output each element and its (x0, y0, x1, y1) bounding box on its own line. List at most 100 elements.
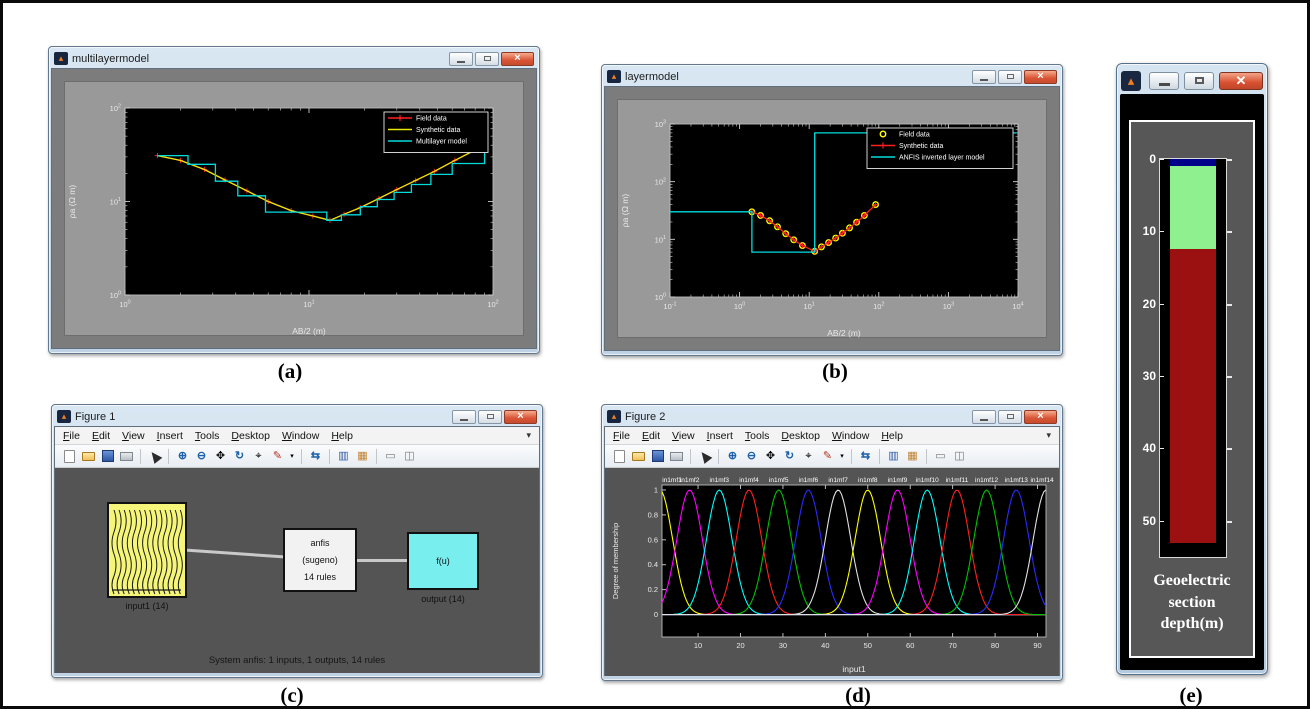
minimize-button[interactable] (452, 410, 476, 424)
svg-text:100: 100 (119, 300, 130, 309)
membership-function-plot: 10203040506070809000.20.40.60.81in1mf1in… (606, 469, 1060, 675)
svg-text:103: 103 (943, 302, 954, 311)
pointer-icon[interactable] (146, 448, 163, 465)
menu-view[interactable]: View (672, 430, 695, 442)
minimize-button[interactable] (972, 410, 996, 424)
menu-dock-chevron-icon[interactable]: ▾ (526, 430, 531, 441)
maximize-button[interactable] (1184, 72, 1214, 90)
titlebar-geoelectric[interactable]: ▴ ✕ (1120, 67, 1264, 94)
toolbar-figure2: ⊕ ⊖ ✥ ↻ ⌖ ✎ ▾ ⇆ ▥ ▦ ▭ ◫ (605, 445, 1059, 468)
maximize-button[interactable] (998, 70, 1022, 84)
svg-text:0: 0 (654, 610, 658, 619)
depth-tick-label: 0 (1132, 152, 1156, 166)
titlebar-multilayermodel[interactable]: ▴ multilayermodel × (51, 49, 537, 68)
rotate3d-icon[interactable]: ↻ (231, 448, 248, 465)
menu-tools[interactable]: Tools (745, 430, 770, 442)
close-button[interactable]: ✕ (1219, 72, 1263, 90)
plottools-off-icon[interactable]: ▭ (382, 448, 399, 465)
titlebar-figure1[interactable]: ▴ Figure 1 × (54, 407, 540, 426)
menu-file[interactable]: File (613, 430, 630, 442)
minimize-button[interactable] (972, 70, 996, 84)
menu-tools[interactable]: Tools (195, 430, 220, 442)
brush-icon[interactable]: ✎ (269, 448, 286, 465)
menu-file[interactable]: File (63, 430, 80, 442)
anfis-rules-box[interactable]: anfis (sugeno) 14 rules (283, 528, 357, 592)
anfis-input-box[interactable] (107, 502, 187, 598)
link-plot-icon[interactable]: ⇆ (307, 448, 324, 465)
menu-help[interactable]: Help (881, 430, 903, 442)
minimize-button[interactable] (1149, 72, 1179, 90)
legend-icon[interactable]: ▦ (904, 448, 921, 465)
legend-icon[interactable]: ▦ (354, 448, 371, 465)
maximize-button[interactable] (478, 410, 502, 424)
maximize-button[interactable] (998, 410, 1022, 424)
titlebar-layermodel[interactable]: ▴ layermodel × (604, 67, 1060, 86)
caption-b: (b) (800, 359, 870, 384)
close-button[interactable]: × (1024, 70, 1057, 84)
anfis-output-box[interactable]: f(u) (407, 532, 479, 590)
save-icon[interactable] (649, 448, 666, 465)
brush-dropdown-icon[interactable]: ▾ (838, 448, 846, 465)
close-button[interactable]: × (504, 410, 537, 424)
system-status-text: System anfis: 1 inputs, 1 outputs, 14 ru… (55, 655, 539, 666)
svg-text:80: 80 (991, 641, 999, 650)
menu-desktop[interactable]: Desktop (231, 430, 270, 442)
rotate3d-icon[interactable]: ↻ (781, 448, 798, 465)
data-cursor-icon[interactable]: ⌖ (250, 448, 267, 465)
print-icon[interactable] (118, 448, 135, 465)
geoelectric-panel: 01020304050 Geoelectric section depth(m) (1129, 120, 1255, 658)
anfis-line1: anfis (285, 538, 355, 548)
menu-dock-chevron-icon[interactable]: ▾ (1046, 430, 1051, 441)
zoom-out-icon[interactable]: ⊖ (743, 448, 760, 465)
menu-edit[interactable]: Edit (92, 430, 110, 442)
svg-text:in1mf4: in1mf4 (739, 477, 759, 484)
open-file-icon[interactable] (80, 448, 97, 465)
zoom-in-icon[interactable]: ⊕ (724, 448, 741, 465)
pan-icon[interactable]: ✥ (762, 448, 779, 465)
anfis-line2: (sugeno) (285, 555, 355, 565)
titlebar-figure2[interactable]: ▴ Figure 2 × (604, 407, 1060, 426)
window-geoelectric: ▴ ✕ 01020304050 Geoelectric section dept… (1116, 63, 1268, 675)
anfis-diagram-canvas: input1 (14) anfis (sugeno) 14 rules f(u)… (55, 468, 539, 673)
maximize-button[interactable] (475, 52, 499, 66)
matlab-icon: ▴ (54, 52, 68, 65)
plottools-off-icon[interactable]: ▭ (932, 448, 949, 465)
plottools-on-icon[interactable]: ◫ (951, 448, 968, 465)
menubar-figure2: File Edit View Insert Tools Desktop Window Help… (605, 427, 1059, 445)
menu-window[interactable]: Window (282, 430, 319, 442)
link-plot-icon[interactable]: ⇆ (857, 448, 874, 465)
svg-text:102: 102 (873, 302, 884, 311)
colorbar-icon[interactable]: ▥ (885, 448, 902, 465)
layer-loglog-plot: 10-1100101102103104100101102103AB/2 (m)ρ… (618, 100, 1050, 339)
zoom-out-icon[interactable]: ⊖ (193, 448, 210, 465)
matlab-icon: ▴ (57, 410, 71, 423)
close-button[interactable]: × (1024, 410, 1057, 424)
plottools-on-icon[interactable]: ◫ (401, 448, 418, 465)
pointer-icon[interactable] (696, 448, 713, 465)
minimize-button[interactable] (449, 52, 473, 66)
menu-desktop[interactable]: Desktop (781, 430, 820, 442)
colorbar-icon[interactable]: ▥ (335, 448, 352, 465)
open-file-icon[interactable] (630, 448, 647, 465)
data-cursor-icon[interactable]: ⌖ (800, 448, 817, 465)
caption-buttons: × (447, 52, 534, 66)
svg-text:in1mf13: in1mf13 (1005, 477, 1029, 484)
brush-icon[interactable]: ✎ (819, 448, 836, 465)
new-file-icon[interactable] (61, 448, 78, 465)
menu-insert[interactable]: Insert (157, 430, 183, 442)
pan-icon[interactable]: ✥ (212, 448, 229, 465)
menu-view[interactable]: View (122, 430, 145, 442)
svg-text:101: 101 (655, 235, 666, 244)
depth-tick-label: 40 (1132, 441, 1156, 455)
menu-edit[interactable]: Edit (642, 430, 660, 442)
figure-gray-area: 100101102100101102AB/2 (m)ρa (Ω m)Field … (64, 81, 524, 336)
save-icon[interactable] (99, 448, 116, 465)
new-file-icon[interactable] (611, 448, 628, 465)
menu-help[interactable]: Help (331, 430, 353, 442)
print-icon[interactable] (668, 448, 685, 465)
close-button[interactable]: × (501, 52, 534, 66)
brush-dropdown-icon[interactable]: ▾ (288, 448, 296, 465)
menu-insert[interactable]: Insert (707, 430, 733, 442)
menu-window[interactable]: Window (832, 430, 869, 442)
zoom-in-icon[interactable]: ⊕ (174, 448, 191, 465)
